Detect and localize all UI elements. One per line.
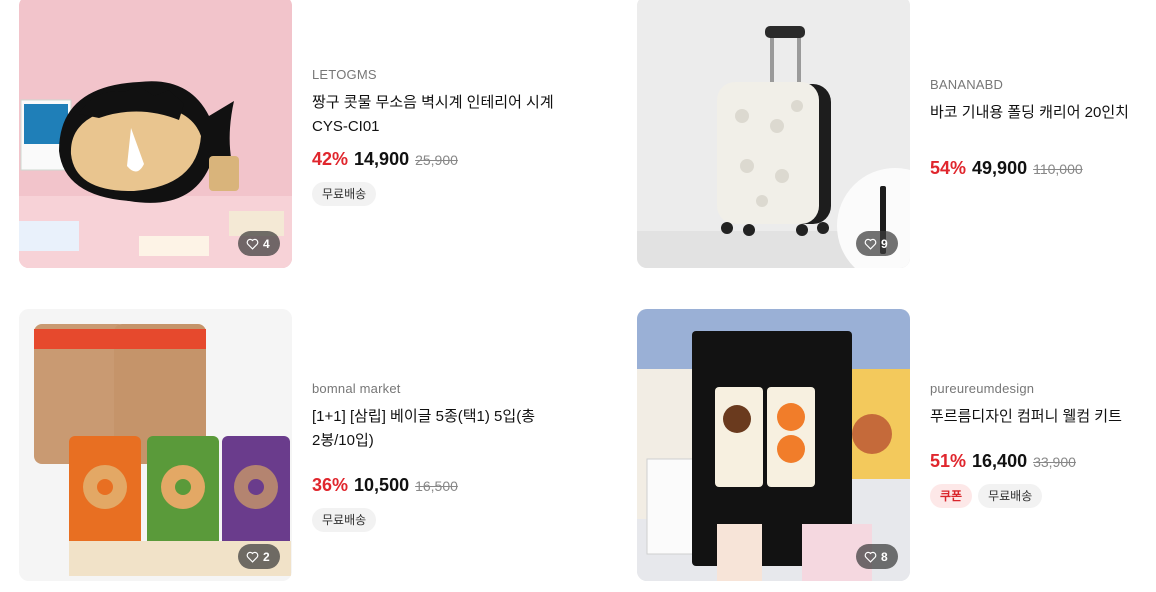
like-badge[interactable]: 4 <box>238 231 280 256</box>
original-price: 110,000 <box>1033 161 1083 177</box>
product-info: LETOGMS 짱구 콧물 무소음 벽시계 인테리어 시계 CYS-CI01 4… <box>312 67 592 206</box>
original-price: 16,500 <box>415 478 458 494</box>
like-count: 8 <box>881 549 888 564</box>
luggage-illustration <box>637 0 910 268</box>
discount-rate: 51% <box>930 451 967 471</box>
heart-icon <box>246 238 259 250</box>
sale-price: 16,400 <box>972 451 1028 471</box>
product-card[interactable]: 9 BANANABD 바코 기내용 폴딩 캐리어 20인치 54% 49,900… <box>637 0 1156 268</box>
product-info: bomnal market [1+1] [삼립] 베이글 5종(택1) 5입(총… <box>312 381 592 532</box>
discount-rate: 54% <box>930 158 967 178</box>
sale-price: 10,500 <box>354 475 410 495</box>
brand-name[interactable]: bomnal market <box>312 381 592 396</box>
price-row: 51% 16,400 33,900 <box>930 451 1156 472</box>
tag-list: 쿠폰 무료배송 <box>930 484 1156 508</box>
original-price: 25,900 <box>415 152 458 168</box>
heart-icon <box>864 551 877 563</box>
product-info: pureureumdesign 푸르름디자인 컴퍼니 웰컴 키트 51% 16,… <box>930 381 1156 508</box>
product-card[interactable]: 8 pureureumdesign 푸르름디자인 컴퍼니 웰컴 키트 51% 1… <box>637 309 1156 581</box>
product-title[interactable]: 바코 기내용 폴딩 캐리어 20인치 <box>930 101 1156 125</box>
tag-list: 무료배송 <box>312 508 592 532</box>
product-title[interactable]: [1+1] [삼립] 베이글 5종(택1) 5입(총 2봉/10입) <box>312 405 592 453</box>
like-badge[interactable]: 9 <box>856 231 898 256</box>
product-card[interactable]: 2 bomnal market [1+1] [삼립] 베이글 5종(택1) 5입… <box>19 309 579 581</box>
like-badge[interactable]: 2 <box>238 544 280 569</box>
like-count: 2 <box>263 549 270 564</box>
sale-price: 14,900 <box>354 149 410 169</box>
tag-list: 무료배송 <box>312 182 592 206</box>
price-row: 54% 49,900 110,000 <box>930 158 1156 179</box>
like-count: 9 <box>881 236 888 251</box>
heart-icon <box>864 238 877 250</box>
clock-illustration <box>19 0 292 268</box>
brand-name[interactable]: pureureumdesign <box>930 381 1156 396</box>
product-thumbnail-clock[interactable]: 4 <box>19 0 292 268</box>
like-badge[interactable]: 8 <box>856 544 898 569</box>
price-row: 36% 10,500 16,500 <box>312 475 592 496</box>
price-row: 42% 14,900 25,900 <box>312 149 592 170</box>
product-title[interactable]: 푸르름디자인 컴퍼니 웰컴 키트 <box>930 405 1156 429</box>
product-card[interactable]: 4 LETOGMS 짱구 콧물 무소음 벽시계 인테리어 시계 CYS-CI01… <box>19 0 579 268</box>
product-title[interactable]: 짱구 콧물 무소음 벽시계 인테리어 시계 CYS-CI01 <box>312 91 592 139</box>
brand-name[interactable]: BANANABD <box>930 77 1156 92</box>
discount-rate: 36% <box>312 475 349 495</box>
product-thumbnail-luggage[interactable]: 9 <box>637 0 910 268</box>
product-thumbnail-design-kit[interactable]: 8 <box>637 309 910 581</box>
free-shipping-tag: 무료배송 <box>978 484 1043 508</box>
sale-price: 49,900 <box>972 158 1028 178</box>
brand-name[interactable]: LETOGMS <box>312 67 592 82</box>
original-price: 33,900 <box>1033 454 1076 470</box>
discount-rate: 42% <box>312 149 349 169</box>
coupon-tag: 쿠폰 <box>930 484 973 508</box>
bagel-illustration <box>19 309 292 581</box>
free-shipping-tag: 무료배송 <box>312 182 377 206</box>
product-thumbnail-bagel[interactable]: 2 <box>19 309 292 581</box>
heart-icon <box>246 551 259 563</box>
design-kit-illustration <box>637 309 910 581</box>
free-shipping-tag: 무료배송 <box>312 508 377 532</box>
like-count: 4 <box>263 236 270 251</box>
product-info: BANANABD 바코 기내용 폴딩 캐리어 20인치 54% 49,900 1… <box>930 77 1156 179</box>
